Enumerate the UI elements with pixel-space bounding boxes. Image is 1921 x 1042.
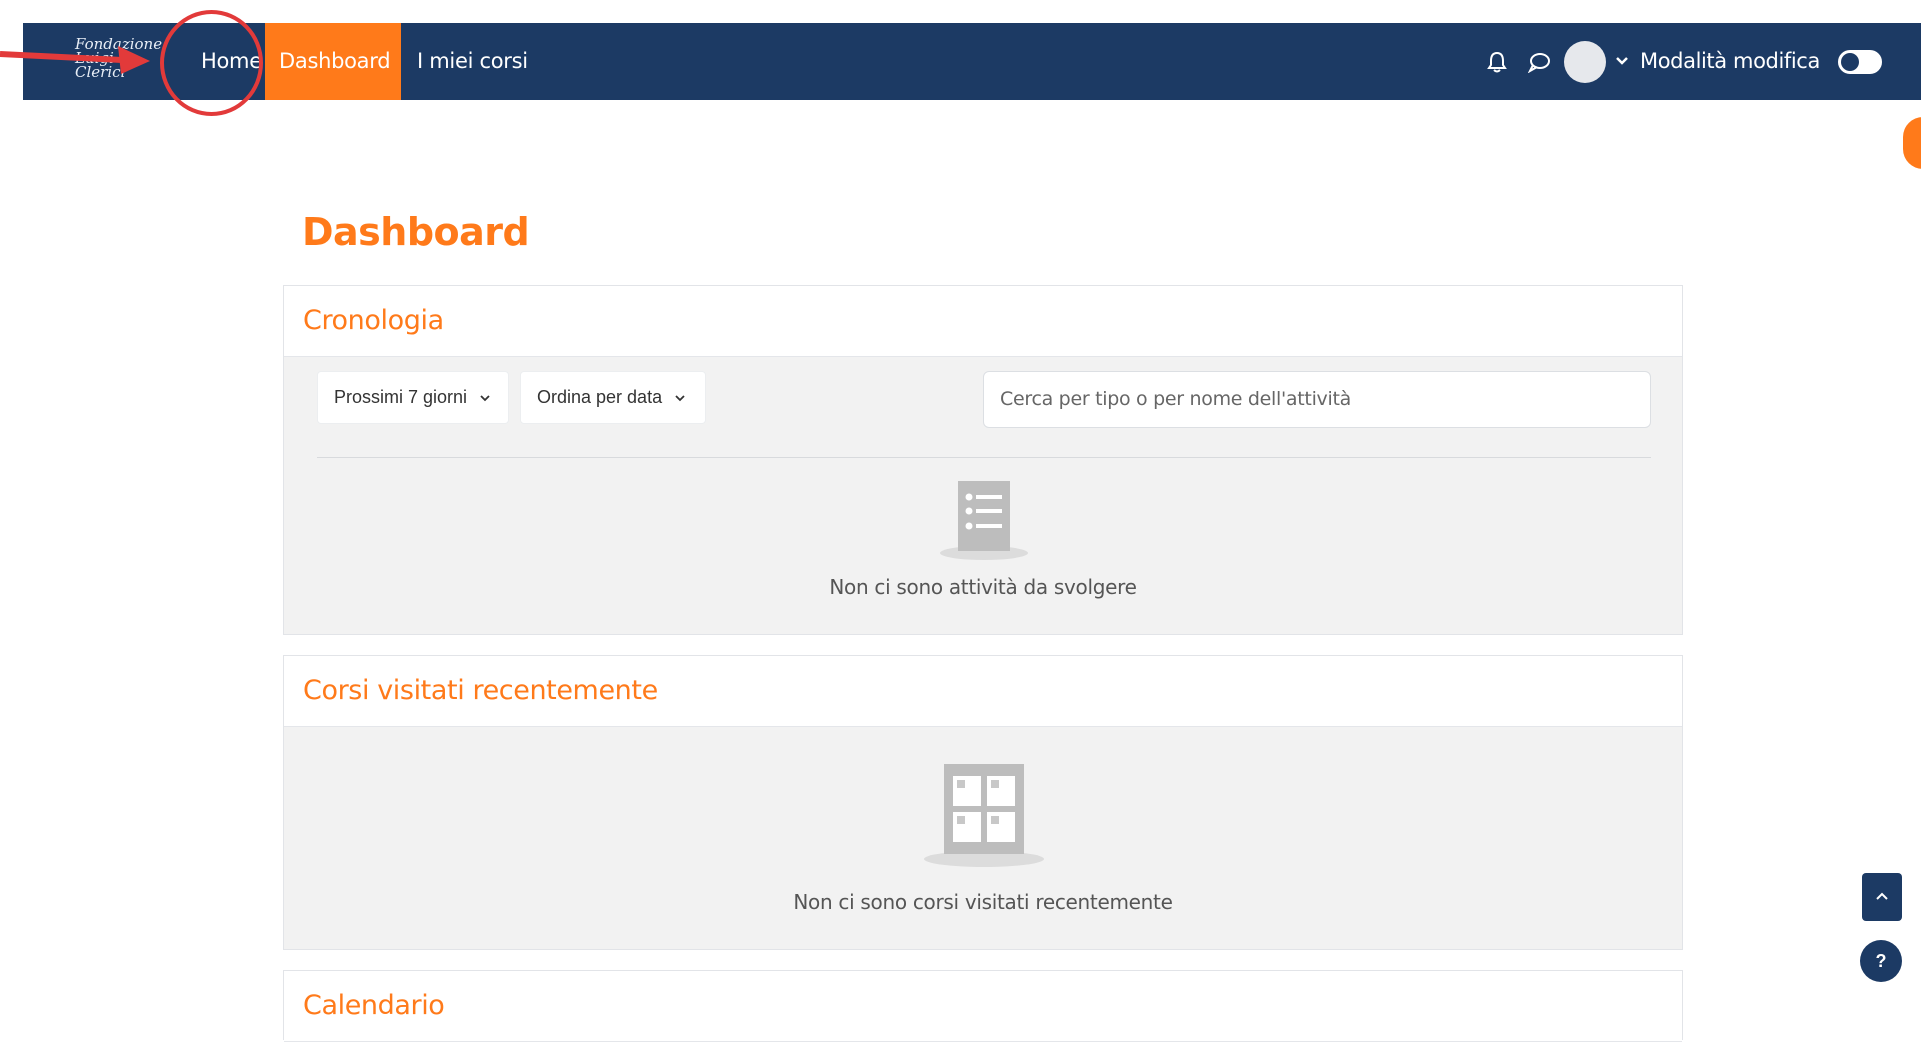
messages-chat-icon[interactable] — [1527, 51, 1551, 73]
edit-mode-label: Modalità modifica — [1640, 49, 1820, 73]
drawer-toggle-button[interactable] — [1903, 117, 1921, 169]
notifications-bell-icon[interactable] — [1486, 50, 1508, 74]
range-filter-label: Prossimi 7 giorni — [334, 387, 468, 407]
annotation-circle — [160, 10, 263, 116]
recent-courses-block: Corsi visitati recentemente Non ci sono … — [283, 655, 1683, 950]
chevron-down-icon — [480, 395, 490, 402]
sort-filter-dropdown[interactable]: Ordina per data — [520, 371, 706, 424]
annotation-arrow-icon — [0, 46, 150, 74]
calendar-block-title: Calendario — [284, 971, 1682, 1042]
calendar-block: Calendario — [283, 970, 1683, 1042]
top-navbar: Fondazione Luigi Clerici Home Dashboard … — [23, 23, 1921, 100]
timeline-block-title: Cronologia — [284, 286, 1682, 357]
nav-my-courses-link[interactable]: I miei corsi — [403, 23, 542, 100]
nav-dashboard-link[interactable]: Dashboard — [265, 23, 401, 100]
timeline-empty-message: Non ci sono attività da svolgere — [829, 575, 1137, 599]
timeline-block: Cronologia Prossimi 7 giorni Ordina per … — [283, 285, 1683, 635]
help-button[interactable]: ? — [1860, 940, 1902, 982]
user-avatar[interactable] — [1564, 41, 1606, 83]
divider — [317, 457, 1651, 458]
range-filter-dropdown[interactable]: Prossimi 7 giorni — [317, 371, 509, 424]
chevron-up-icon — [1876, 892, 1888, 900]
empty-courses-grid-icon — [924, 764, 1044, 867]
toggle-knob — [1841, 53, 1859, 71]
empty-activities-list-icon — [940, 481, 1028, 560]
page-title: Dashboard — [302, 210, 530, 254]
recent-courses-block-title: Corsi visitati recentemente — [284, 656, 1682, 727]
recent-courses-empty-message: Non ci sono corsi visitati recentemente — [793, 890, 1173, 914]
edit-mode-toggle[interactable] — [1838, 50, 1882, 74]
activity-search-input[interactable]: Cerca per tipo o per nome dell'attività — [983, 371, 1651, 428]
chevron-down-icon — [675, 395, 685, 402]
sort-filter-label: Ordina per data — [537, 387, 663, 407]
chevron-down-icon[interactable] — [1615, 55, 1629, 67]
scroll-to-top-button[interactable] — [1862, 873, 1902, 921]
